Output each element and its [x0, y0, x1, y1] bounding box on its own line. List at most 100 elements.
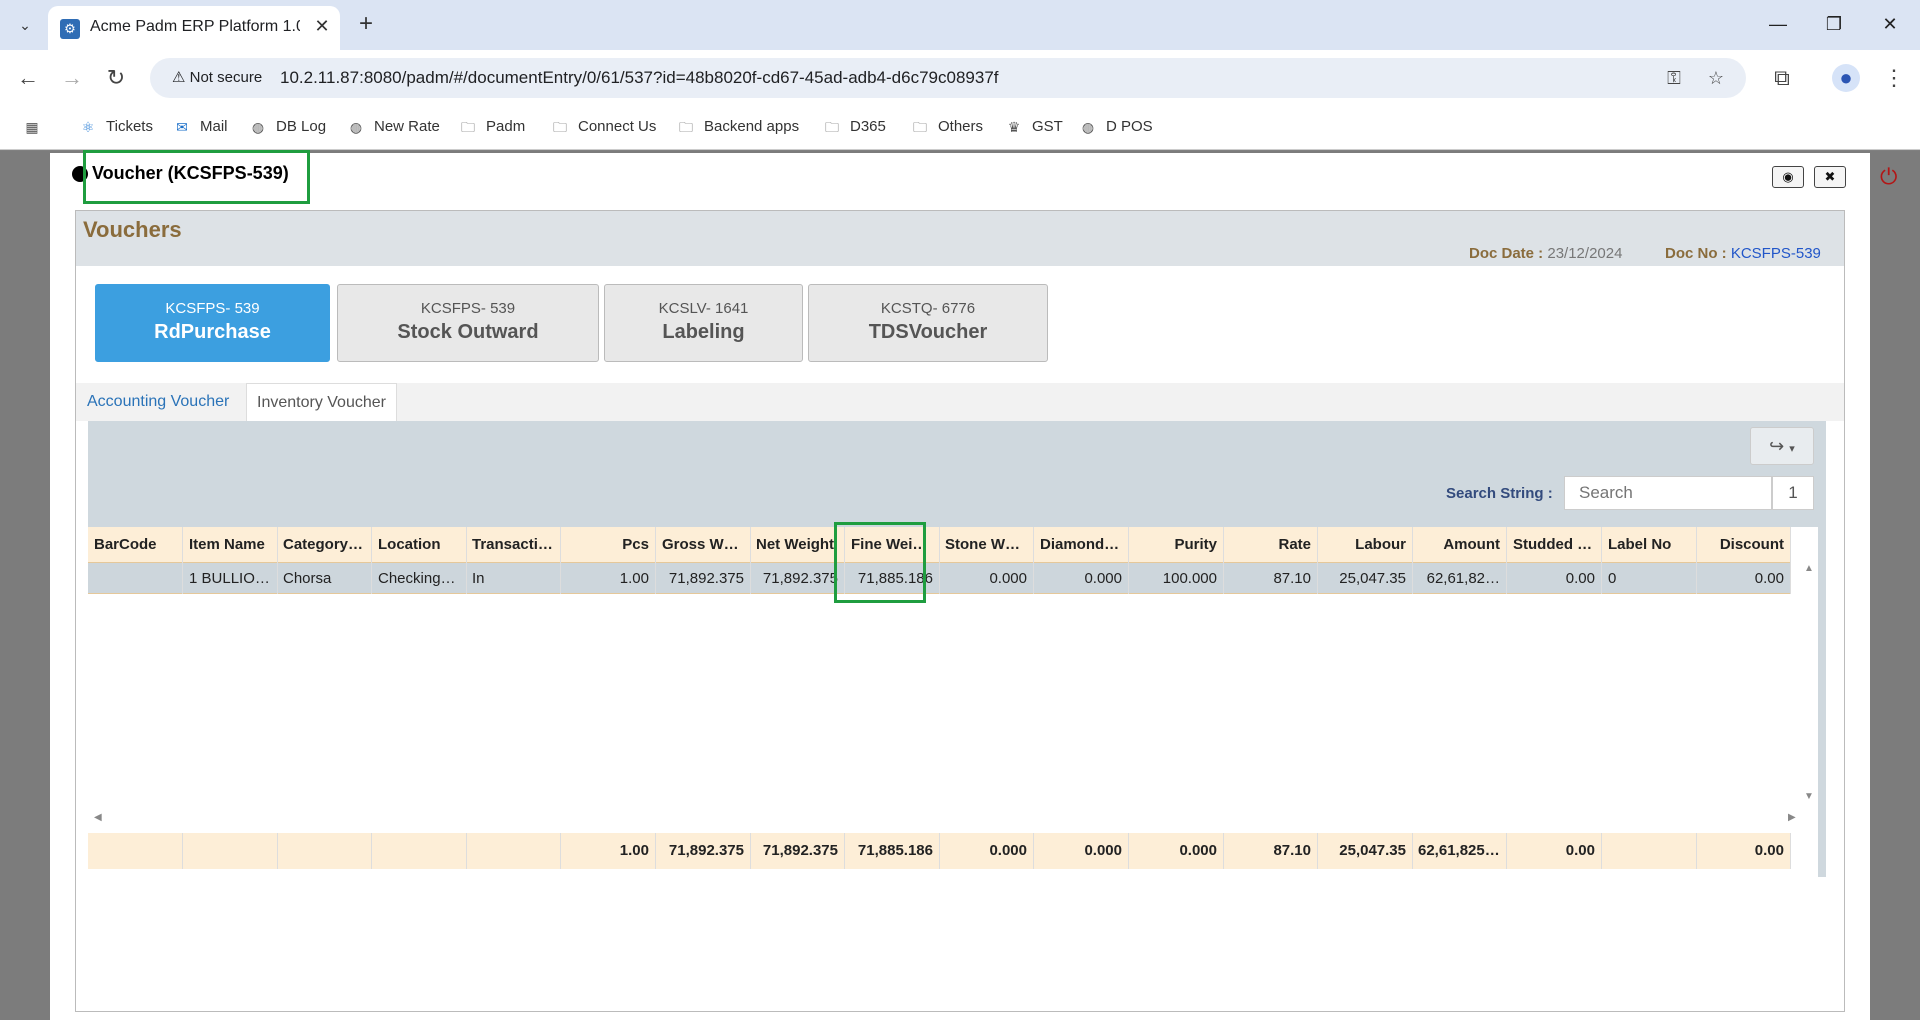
- column-header[interactable]: Location: [372, 527, 467, 563]
- browser-toolbar: ← → ↻ ⚠ Not secure 10.2.11.87:8080/padm/…: [0, 50, 1920, 106]
- voucher-tab-stock-outward[interactable]: KCSFPS- 539 Stock Outward: [337, 284, 599, 362]
- column-header[interactable]: Rate: [1223, 527, 1318, 563]
- column-header[interactable]: Category…: [277, 527, 372, 563]
- grid-cell: 0: [1602, 563, 1697, 594]
- scroll-down-icon[interactable]: ▼: [1804, 791, 1814, 802]
- scroll-up-icon[interactable]: ▲: [1804, 563, 1814, 574]
- column-header[interactable]: Studded …: [1507, 527, 1602, 563]
- share-arrow-icon: ↪: [1769, 436, 1785, 456]
- bookmark-new-rate[interactable]: ◍ New Rate: [346, 116, 440, 138]
- grid-cell: [372, 833, 467, 869]
- address-bar[interactable]: ⚠ Not secure 10.2.11.87:8080/padm/#/docu…: [150, 58, 1746, 98]
- column-header[interactable]: Transacti…: [466, 527, 561, 563]
- bookmark-d365[interactable]: 🗀 D365: [822, 116, 886, 138]
- hide-eye-icon[interactable]: ◉: [1772, 166, 1804, 188]
- close-modal-button[interactable]: ✖: [1814, 166, 1846, 188]
- column-header[interactable]: Purity: [1129, 527, 1224, 563]
- table-row[interactable]: 1 BULLIO… Chorsa Checking… In 1.00 71,892.375…: [88, 563, 1791, 594]
- column-header[interactable]: Labour: [1318, 527, 1413, 563]
- bookmark-gst[interactable]: ♛ GST: [1004, 116, 1063, 138]
- grid-cell: Chorsa: [277, 563, 372, 594]
- inventory-grid: BarCode Item Name Category… Location Transac…: [88, 527, 1818, 877]
- column-header[interactable]: Discount: [1696, 527, 1791, 563]
- browser-menu-icon[interactable]: ⋮: [1880, 64, 1908, 92]
- grid-cell: 0.000: [1034, 833, 1129, 869]
- voucher-tab-labeling[interactable]: KCSLV- 1641 Labeling: [604, 284, 803, 362]
- bookmark-padm[interactable]: 🗀 Padm: [458, 116, 525, 138]
- grid-cell: 71,892.375: [656, 563, 751, 594]
- bookmark-backend-apps[interactable]: 🗀 Backend apps: [676, 116, 799, 138]
- grid-cell: 0.00: [1507, 563, 1602, 594]
- grid-cell: 0.000: [939, 563, 1034, 594]
- column-header[interactable]: Stone W…: [939, 527, 1034, 563]
- tab-search-chevron-icon[interactable]: ⌄: [12, 12, 38, 38]
- browser-tab-active[interactable]: ⚙ Acme Padm ERP Platform 1.00 ✕: [48, 6, 340, 50]
- back-button[interactable]: ←: [14, 64, 42, 92]
- search-count-button[interactable]: 1: [1772, 476, 1814, 510]
- bookmark-d-pos[interactable]: ◍ D POS: [1078, 116, 1153, 138]
- grid-cell: 0.00: [1507, 833, 1602, 869]
- bookmark-connect-us[interactable]: 🗀 Connect Us: [550, 116, 656, 138]
- bookmark-others[interactable]: 🗀 Others: [910, 116, 983, 138]
- grid-cell: 0.000: [1034, 563, 1129, 594]
- grid-cell: 1.00: [561, 563, 656, 594]
- extensions-icon[interactable]: ⧉: [1768, 64, 1796, 92]
- outlook-icon: ✉: [176, 119, 188, 136]
- column-header[interactable]: Amount: [1412, 527, 1507, 563]
- minimize-window-button[interactable]: —: [1758, 10, 1798, 38]
- grid-cell: In: [466, 563, 561, 594]
- column-header[interactable]: Diamond…: [1034, 527, 1129, 563]
- folder-icon: 🗀: [461, 119, 475, 136]
- scroll-left-icon[interactable]: ◀: [94, 812, 102, 823]
- grid-totals-row: 1.00 71,892.375 71,892.375 71,885.186 0.000 0…: [88, 833, 1791, 869]
- bookmark-mail[interactable]: ✉ Mail: [172, 116, 227, 138]
- vertical-scrollbar[interactable]: ▲ ▼: [1800, 563, 1818, 805]
- grid-cell: [277, 833, 372, 869]
- doc-date: Doc Date : 23/12/2024: [1469, 245, 1623, 262]
- column-header[interactable]: Net Weight: [750, 527, 845, 563]
- grid-cell: 71,892.375: [656, 833, 751, 869]
- column-header[interactable]: Label No: [1602, 527, 1697, 563]
- grid-header-row: BarCode Item Name Category… Location Transac…: [88, 527, 1791, 563]
- close-window-button[interactable]: ✕: [1870, 10, 1910, 38]
- grid-cell: 0.00: [1696, 833, 1791, 869]
- reload-button[interactable]: ↻: [102, 64, 130, 92]
- password-key-icon[interactable]: ⚿: [1662, 66, 1686, 90]
- restore-window-button[interactable]: ❐: [1814, 10, 1854, 38]
- bookmark-star-icon[interactable]: ☆: [1704, 66, 1728, 90]
- vouchers-panel: Vouchers Doc Date : 23/12/2024 Doc No : …: [75, 210, 1845, 1012]
- new-tab-button[interactable]: +: [352, 10, 380, 38]
- vouchers-panel-header: Vouchers Doc Date : 23/12/2024 Doc No : …: [76, 211, 1844, 266]
- column-header[interactable]: BarCode: [88, 527, 183, 563]
- apps-grid-icon[interactable]: ▦: [22, 116, 50, 138]
- browser-tab-title: Acme Padm ERP Platform 1.00: [90, 18, 300, 35]
- browser-tabstrip: ⌄ ⚙ Acme Padm ERP Platform 1.00 ✕ + — ❐ …: [0, 0, 1920, 50]
- share-export-button[interactable]: ↪ ▾: [1750, 427, 1814, 465]
- grid-cell: Checking…: [372, 563, 467, 594]
- column-header[interactable]: Pcs: [561, 527, 656, 563]
- grid-cell: 100.000: [1129, 563, 1224, 594]
- not-secure-indicator[interactable]: ⚠ Not secure: [162, 64, 272, 92]
- scroll-right-icon[interactable]: ▶: [1788, 812, 1796, 823]
- voucher-tab-tdsvoucher[interactable]: KCSTQ- 6776 TDSVoucher: [808, 284, 1048, 362]
- grid-cell: 1.00: [561, 833, 656, 869]
- profile-avatar-icon[interactable]: ●: [1832, 64, 1860, 92]
- bookmark-tickets[interactable]: ⚛ Tickets: [78, 116, 153, 138]
- grid-cell: 71,892.375: [750, 563, 845, 594]
- voucher-tab-rdpurchase[interactable]: KCSFPS- 539 RdPurchase: [95, 284, 330, 362]
- power-icon: ⏻: [1880, 164, 1898, 189]
- column-header[interactable]: Gross W…: [656, 527, 751, 563]
- tab-inventory-voucher[interactable]: Inventory Voucher: [246, 383, 397, 421]
- column-header[interactable]: Item Name: [183, 527, 278, 563]
- grid-cell: [88, 833, 183, 869]
- horizontal-scrollbar[interactable]: ◀ ▶: [88, 809, 1800, 827]
- close-tab-icon[interactable]: ✕: [310, 14, 334, 38]
- grid-cell: [466, 833, 561, 869]
- bookmark-db-log[interactable]: ◍ DB Log: [248, 116, 326, 138]
- tab-accounting-voucher[interactable]: Accounting Voucher: [77, 383, 239, 421]
- url-text[interactable]: 10.2.11.87:8080/padm/#/documentEntry/0/6…: [280, 68, 999, 88]
- forward-button[interactable]: →: [58, 64, 86, 92]
- search-input[interactable]: [1564, 476, 1772, 510]
- bookmarks-bar: ▦ ⚛ Tickets ✉ Mail ◍ DB Log ◍ New Rate 🗀 Padm…: [0, 106, 1920, 150]
- grid-cell: [1602, 833, 1697, 869]
